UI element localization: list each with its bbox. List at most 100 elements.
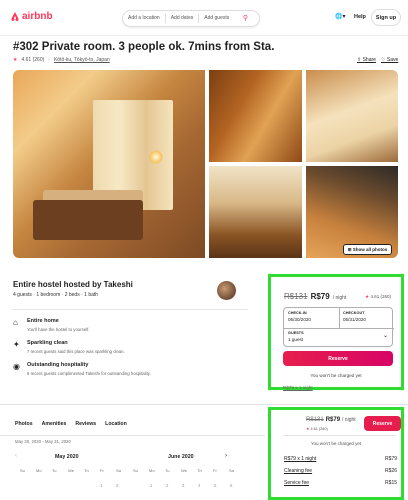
- listing-title: #302 Private room. 3 people ok. 7mins fr…: [13, 41, 275, 53]
- home-icon: ⌂: [13, 318, 18, 327]
- calendar-day[interactable]: 2: [116, 483, 118, 488]
- price-row: R$131 R$79 / night: [284, 292, 346, 301]
- search-location[interactable]: Add a location: [123, 14, 166, 23]
- section-gap: [0, 396, 408, 402]
- photo-4[interactable]: [209, 166, 302, 258]
- airbnb-logo-icon: [11, 12, 19, 22]
- search-bar[interactable]: Add a location Add dates Add guests ⚲: [122, 10, 260, 27]
- divider: [13, 309, 248, 310]
- listing-location[interactable]: Kōtō-ku, Tōkyō-to, Japan: [54, 57, 110, 63]
- tab-amenities[interactable]: Amenities: [42, 421, 67, 427]
- booking-rating[interactable]: ★ 4.61 (260): [365, 294, 391, 300]
- search-icon[interactable]: ⚲: [238, 14, 253, 23]
- photo-lamp: [149, 150, 163, 164]
- star-icon: ★: [306, 427, 310, 431]
- guests-value: 1 guest: [288, 337, 304, 342]
- star-icon: ★: [13, 57, 18, 63]
- per-night: / night: [332, 295, 347, 301]
- tab-photos[interactable]: Photos: [15, 421, 33, 427]
- breakdown-value: R$26: [385, 468, 397, 474]
- search-dates[interactable]: Add dates: [166, 14, 200, 23]
- photo-bed: [33, 200, 143, 240]
- breakdown-value: R$15: [385, 480, 397, 486]
- host-avatar[interactable]: [217, 281, 236, 300]
- calendar-day[interactable]: 6: [230, 483, 232, 488]
- tab-reviews[interactable]: Reviews: [75, 421, 96, 427]
- price-row: R$131 R$79 / night: [306, 417, 356, 423]
- photo-3[interactable]: [306, 70, 398, 162]
- host-details: 4 guests · 1 bedroom · 2 beds · 1 bath: [13, 292, 99, 298]
- signup-button[interactable]: Sign up: [371, 9, 401, 26]
- checkout-value: 05/31/2020: [343, 317, 366, 322]
- globe-icon[interactable]: 🌐▾: [335, 13, 345, 20]
- checkin-value: 05/30/2020: [288, 317, 311, 322]
- reserve-button[interactable]: Reserve: [364, 416, 401, 431]
- selected-date-range: May 30, 2020 - May 31, 2020: [15, 439, 71, 444]
- feature-title: Outstanding hospitality: [27, 362, 89, 368]
- checkout-field[interactable]: CHECKOUT 05/31/2020: [339, 308, 394, 328]
- weekday-label: Tu: [52, 468, 57, 473]
- weekday-label: Su: [133, 468, 138, 473]
- breakdown-value: R$79: [385, 456, 397, 462]
- share-button[interactable]: ⇧ Share: [357, 57, 376, 63]
- date-guest-picker: CHECK-IN 05/30/2020 CHECKOUT 05/31/2020 …: [283, 307, 394, 348]
- search-guests[interactable]: Add guests: [199, 14, 234, 23]
- price-line-clipped: R$79 x 1 night: [283, 385, 313, 390]
- chevron-left-icon[interactable]: ‹: [15, 453, 17, 459]
- chevron-right-icon[interactable]: ›: [225, 453, 227, 459]
- divider: [0, 435, 265, 436]
- weekday-label: Th: [197, 468, 202, 473]
- breakdown-label[interactable]: Cleaning fee: [284, 468, 312, 474]
- listing-rating[interactable]: 4.61 (260): [21, 57, 44, 63]
- current-price: R$79: [310, 292, 330, 301]
- calendar-month-2: June 2020: [168, 454, 194, 460]
- feature-title: Sparkling clean: [27, 340, 68, 346]
- chevron-down-icon[interactable]: ⌄: [383, 332, 388, 339]
- feature-desc: 7 recent guests said this place was spar…: [27, 349, 125, 354]
- price-breakdown-row: Cleaning fee R$26: [284, 468, 397, 474]
- price-breakdown-row: Service fee R$15: [284, 480, 397, 486]
- reserve-button[interactable]: Reserve: [283, 351, 393, 366]
- calendar-day[interactable]: 5: [214, 483, 216, 488]
- breakdown-label[interactable]: R$79 x 1 night: [284, 456, 316, 462]
- checkin-label: CHECK-IN: [288, 311, 307, 315]
- section-tabs: Photos Amenities Reviews Location: [15, 421, 127, 427]
- calendar-day[interactable]: 3: [182, 483, 184, 488]
- separator: ·: [48, 57, 50, 63]
- calendar-day[interactable]: 2: [166, 483, 168, 488]
- price-breakdown-row: R$79 x 1 night R$79: [284, 456, 397, 462]
- tab-location[interactable]: Location: [105, 421, 127, 427]
- weekday-label: We: [181, 468, 187, 473]
- guests-label: GUESTS: [288, 331, 304, 335]
- listing-subline: ★ 4.61 (260) · Kōtō-ku, Tōkyō-to, Japan: [13, 57, 110, 63]
- old-price: R$131: [284, 292, 308, 301]
- show-all-photos-button[interactable]: ⊞ Show all photos: [343, 244, 392, 255]
- weekday-label: Sa: [116, 468, 121, 473]
- sticky-booking-card: R$131 R$79 / night ★ 4.61 (260) Reserve …: [268, 407, 404, 500]
- weekday-label: Th: [84, 468, 89, 473]
- old-price: R$131: [306, 417, 324, 423]
- save-button[interactable]: ♡ Save: [381, 57, 398, 63]
- guests-field[interactable]: GUESTS 1 guest: [284, 328, 394, 348]
- weekday-label: We: [68, 468, 74, 473]
- weekday-label: Sa: [229, 468, 234, 473]
- current-price: R$79: [325, 417, 341, 423]
- booking-rating[interactable]: ★ 4.61 (260): [306, 426, 328, 431]
- checkout-label: CHECKOUT: [343, 311, 365, 315]
- host-title: Entire hostel hosted by Takeshi: [13, 280, 133, 289]
- no-charge-note: You won't be charged yet: [310, 441, 362, 446]
- checkin-field[interactable]: CHECK-IN 05/30/2020: [284, 308, 339, 328]
- help-link[interactable]: Help: [354, 14, 366, 20]
- booking-card: R$131 R$79 / night ★ 4.61 (260) CHECK-IN…: [268, 274, 404, 390]
- photo-main[interactable]: [13, 70, 205, 258]
- star-icon: ★: [365, 294, 370, 299]
- calendar-day[interactable]: 4: [198, 483, 200, 488]
- weekday-label: Mo: [149, 468, 155, 473]
- calendar-month-1: May 2020: [55, 454, 79, 460]
- breakdown-label[interactable]: Service fee: [284, 480, 309, 486]
- medal-icon: ◉: [13, 362, 20, 371]
- calendar-day[interactable]: 1: [100, 483, 102, 488]
- calendar-day[interactable]: 1: [150, 483, 152, 488]
- photo-2[interactable]: [209, 70, 302, 162]
- airbnb-logo[interactable]: airbnb: [10, 11, 53, 22]
